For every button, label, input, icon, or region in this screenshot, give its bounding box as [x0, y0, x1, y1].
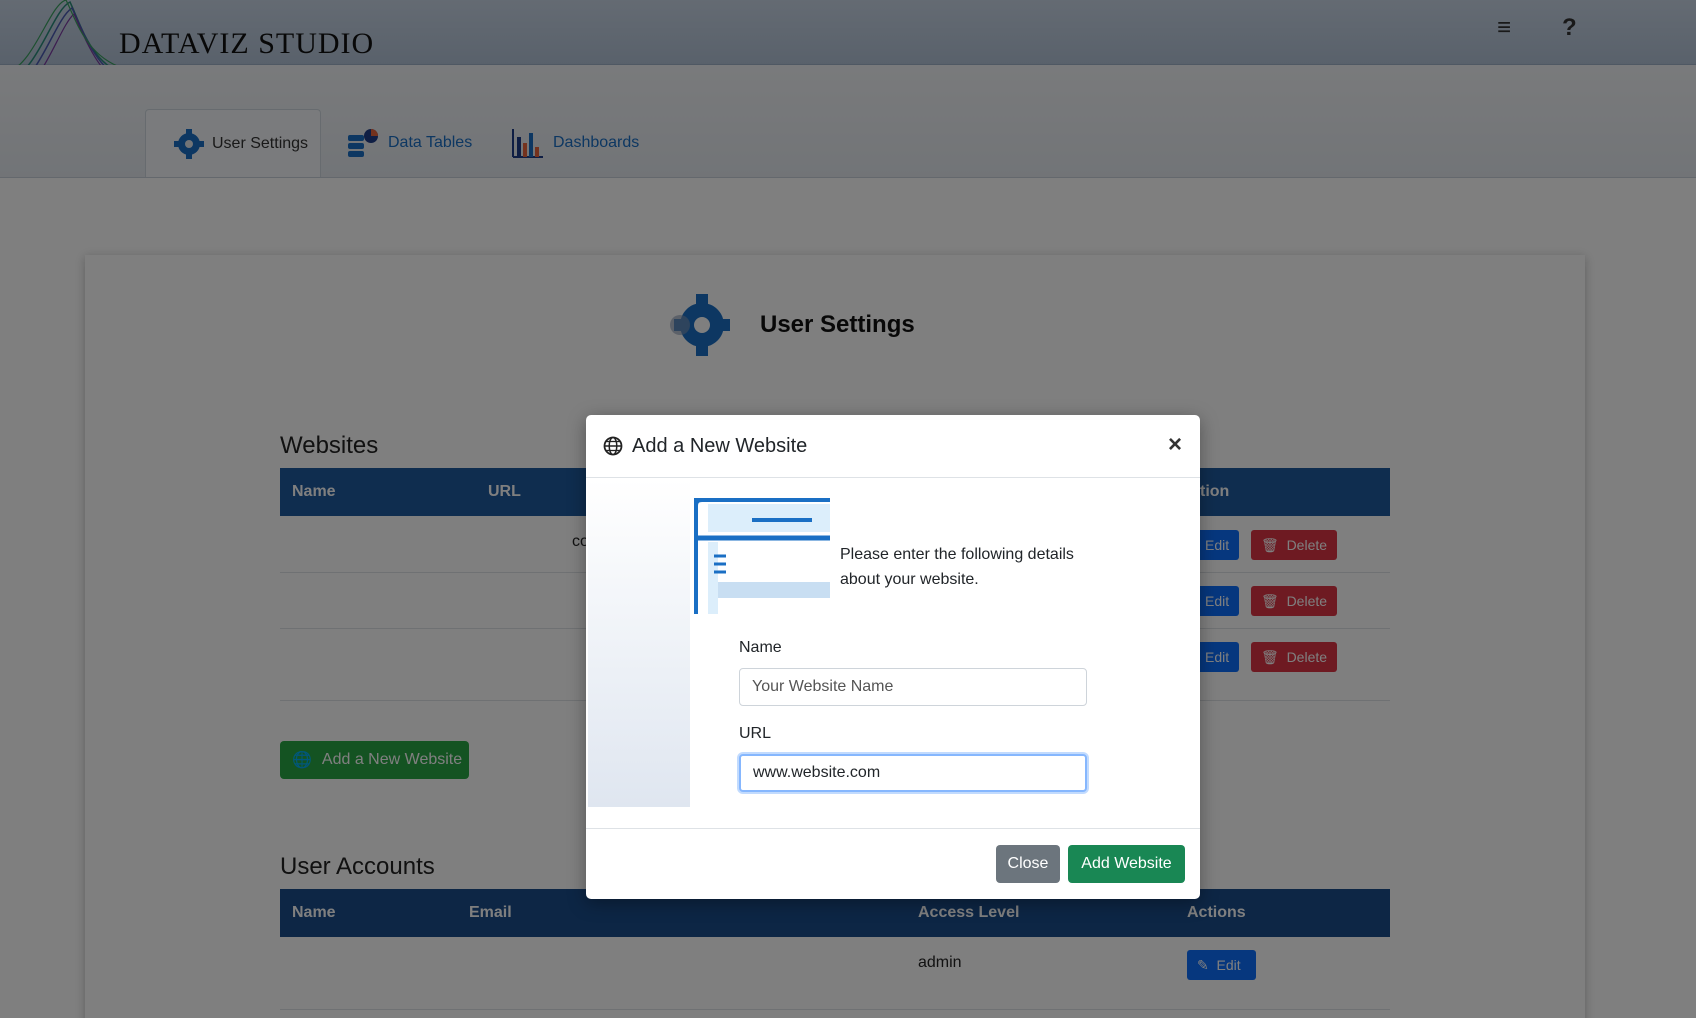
close-icon[interactable]: × [1168, 431, 1182, 459]
close-button[interactable]: Close [996, 845, 1060, 883]
globe-icon [603, 436, 623, 456]
name-label: Name [739, 639, 782, 656]
modal-footer-divider [586, 828, 1200, 829]
modal-description: Please enter the following details about… [840, 546, 1074, 588]
add-website-submit-button[interactable]: Add Website [1068, 845, 1185, 883]
modal-side-panel [588, 479, 690, 807]
modal-header: Add a New Website × [586, 415, 1200, 478]
website-name-input[interactable] [739, 668, 1087, 706]
website-url-input[interactable] [739, 754, 1087, 792]
add-website-modal: Add a New Website × Please enter the fol… [586, 415, 1200, 899]
modal-title: Add a New Website [632, 435, 808, 457]
browser-window-icon [694, 498, 830, 614]
url-label: URL [739, 725, 772, 742]
